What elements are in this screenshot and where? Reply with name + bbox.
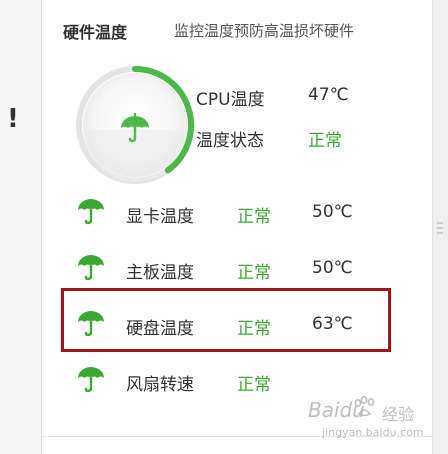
cpu-temperature-gauge bbox=[76, 66, 194, 184]
section-subtitle: 监控温度预防高温损坏硬件 bbox=[174, 22, 355, 40]
watermark-brand: Baidu bbox=[308, 398, 365, 422]
motherboard-temp-label: 主板温度 bbox=[126, 263, 194, 283]
warning-mark: ! bbox=[7, 104, 19, 134]
baidu-watermark: Baidu 经验 jingyan.baidu.com bbox=[304, 392, 434, 448]
umbrella-icon bbox=[78, 199, 104, 225]
cpu-temp-value: 47℃ bbox=[308, 85, 349, 105]
motherboard-temp-value: 50℃ bbox=[312, 258, 353, 278]
umbrella-icon bbox=[78, 367, 104, 393]
gpu-temp-label: 显卡温度 bbox=[126, 207, 194, 227]
watermark-suffix: 经验 bbox=[382, 405, 415, 424]
motherboard-temp-status: 正常 bbox=[237, 263, 271, 283]
left-side-panel bbox=[0, 0, 42, 454]
resize-grip[interactable] bbox=[437, 222, 443, 237]
section-title: 硬件温度 bbox=[63, 23, 128, 42]
gpu-temp-status: 正常 bbox=[237, 207, 271, 227]
cpu-status-value: 正常 bbox=[308, 131, 342, 151]
gpu-temp-value: 50℃ bbox=[312, 202, 353, 222]
cpu-status-label: 温度状态 bbox=[196, 131, 264, 151]
fan-speed-status: 正常 bbox=[237, 375, 271, 395]
watermark-url: jingyan.baidu.com bbox=[322, 426, 424, 439]
hardware-temperature-page: ! 硬件温度 监控温度预防高温损坏硬件 CPU温度 47℃ 温度状态 正常 显卡… bbox=[0, 0, 448, 454]
umbrella-icon bbox=[78, 255, 104, 281]
highlight-box bbox=[61, 288, 391, 352]
cpu-temp-label: CPU温度 bbox=[196, 90, 265, 110]
fan-speed-label: 风扇转速 bbox=[126, 375, 194, 395]
